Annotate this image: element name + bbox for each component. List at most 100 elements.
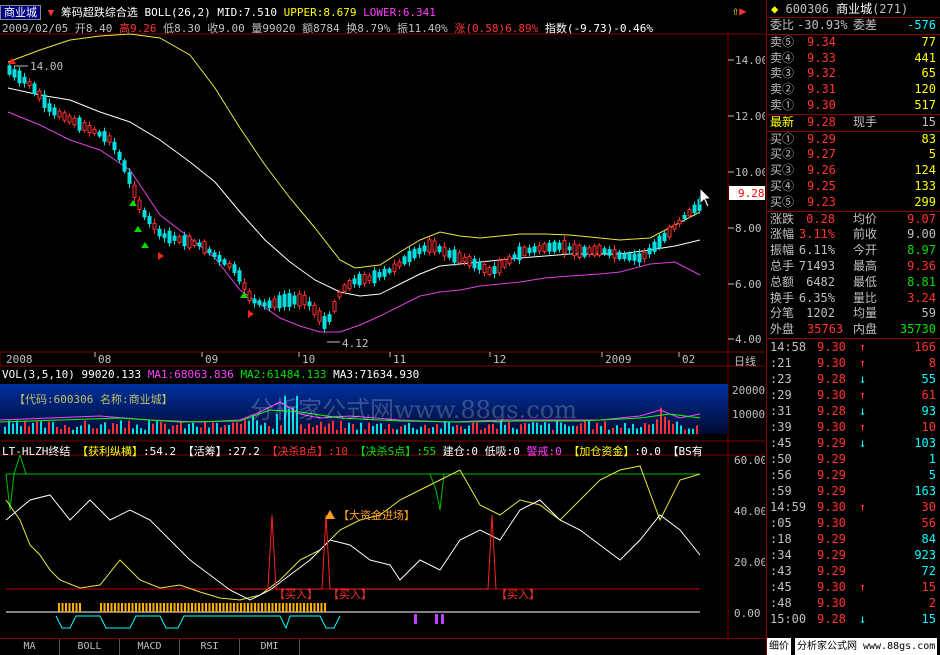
candle-down xyxy=(567,246,572,251)
build-mark xyxy=(264,603,267,612)
candle-up xyxy=(487,267,492,275)
build-mark xyxy=(142,603,144,612)
chart-area[interactable]: 商业城 ▼ 筹码超跌综合选 BOLL(26,2) MID:7.510 UPPER… xyxy=(0,0,765,655)
volume-bar xyxy=(52,421,54,434)
svg-text:10: 10 xyxy=(302,353,315,366)
candle-down xyxy=(527,247,532,254)
volume-bar xyxy=(56,426,58,434)
kline-chart[interactable]: 14.00 12.00 10.00 8.00 6.00 4.00 9.28 14… xyxy=(0,0,765,638)
price-tick: 12.00 xyxy=(735,110,765,123)
tick-list[interactable]: 14:58 9.30 ↑ 166:21 9.30 ↑ 8:23 9.28 ↓ 55:29 9.30 ↑… xyxy=(767,339,940,627)
b-point-label: 【决杀B点】 xyxy=(266,445,329,458)
volume-bar xyxy=(268,426,270,434)
volume-bar xyxy=(240,423,242,434)
stat-value: 9.07 xyxy=(907,211,936,226)
tick-volume: 15 xyxy=(921,611,936,626)
candle-down xyxy=(532,246,537,253)
tab-rsi[interactable]: RSI xyxy=(180,639,240,655)
volume-bar xyxy=(512,427,514,434)
detail-tab[interactable]: 细价 xyxy=(767,638,791,655)
build-mark xyxy=(177,603,179,612)
volume-bar xyxy=(188,423,190,434)
volume-bar xyxy=(112,423,114,434)
candle-up xyxy=(107,135,112,143)
ask-list: 卖⑤ 9.34 77 卖④ 9.33 441 卖③ 9.32 65 卖② 9.31 120 卖① 9.30… xyxy=(767,35,940,114)
add-fund-value: :0.0 xyxy=(634,445,661,458)
ask-volume: 517 xyxy=(914,97,936,112)
volume-bar xyxy=(440,428,442,434)
volume-bar xyxy=(40,421,42,434)
build-mark xyxy=(145,603,148,612)
candle-down xyxy=(512,254,517,259)
build-mark xyxy=(257,603,260,612)
tab-macd[interactable]: MACD xyxy=(120,639,180,655)
expand-icon[interactable]: ◆ xyxy=(771,2,778,16)
build-mark xyxy=(292,603,295,612)
tick-row: :56 9.29 5 xyxy=(767,467,940,483)
volume-bar xyxy=(672,423,674,434)
buy-signal: 【买入】 xyxy=(274,588,318,601)
weibi-row: 委比 -30.93% 委差 -576 xyxy=(767,18,940,34)
bid-label: 买④ xyxy=(770,178,795,193)
tick-price: 9.28 xyxy=(817,403,846,418)
candle-up xyxy=(367,275,372,282)
period-label: 日线 xyxy=(734,354,756,368)
watermark: 分析家公式网www.88gs.com xyxy=(250,396,577,424)
tab-ma[interactable]: MA xyxy=(0,639,60,655)
add-fund-label: 【加仓资金】 xyxy=(568,445,635,458)
stat-value: 59 xyxy=(921,306,936,321)
candle-down xyxy=(7,65,12,75)
big-money-annotation: 【大资金进场】 xyxy=(325,508,415,522)
price-tick: 10.00 xyxy=(735,166,765,179)
tab-boll[interactable]: BOLL xyxy=(60,639,120,655)
candle-down xyxy=(122,160,127,172)
tick-time: :50 xyxy=(770,451,792,466)
candle-down xyxy=(262,302,267,307)
stat-label: 涨跌 xyxy=(770,211,795,226)
volume-bar xyxy=(396,429,398,434)
candle-down xyxy=(477,262,482,270)
stat-label: 振幅 xyxy=(770,243,795,258)
tick-row: 14:58 9.30 ↑ 166 xyxy=(767,339,940,355)
volume-bar xyxy=(456,424,458,434)
stat-value: 9.36 xyxy=(907,258,936,273)
stat-value: 6.11% xyxy=(798,243,835,258)
candle-down xyxy=(447,250,452,258)
candle-down xyxy=(172,235,177,241)
build-mark xyxy=(149,603,151,612)
bid-row: 买③ 9.26 124 xyxy=(767,163,940,179)
tick-time: :23 xyxy=(770,371,792,386)
candle-up xyxy=(362,273,367,284)
volume-bar xyxy=(412,427,414,434)
candle-down xyxy=(12,69,17,78)
volume-bar xyxy=(420,426,422,434)
tick-volume: 93 xyxy=(921,403,936,418)
candle-down xyxy=(257,300,262,306)
stat-label: 换手 xyxy=(770,290,795,305)
outer-label: 外盘 xyxy=(770,322,795,337)
footer-site: 分析家公式网 www.88gs.com xyxy=(795,638,938,655)
candle-down xyxy=(322,316,327,329)
volume-bar xyxy=(164,423,166,434)
volume-bar xyxy=(200,427,202,434)
candle-down xyxy=(692,204,697,214)
tick-row: :34 9.29 923 xyxy=(767,547,940,563)
low-suck-value: 低吸:0 xyxy=(484,445,520,458)
candle-down xyxy=(97,131,102,137)
volume-bar xyxy=(484,427,486,434)
b-point-value: :10 xyxy=(328,445,348,458)
ask-row: 卖① 9.30 517 xyxy=(767,98,940,114)
candle-down xyxy=(652,241,657,252)
ask-price: 9.33 xyxy=(807,50,836,65)
candle-down xyxy=(662,232,667,242)
candle-up xyxy=(672,224,677,230)
tab-dmi[interactable]: DMI xyxy=(240,639,300,655)
volume-bar xyxy=(676,421,678,434)
build-mark xyxy=(163,603,165,612)
build-mark xyxy=(233,603,235,612)
svg-text:2009: 2009 xyxy=(605,353,632,366)
bid-row: 买⑤ 9.23 299 xyxy=(767,195,940,211)
volume-bar xyxy=(568,426,570,434)
volume-bar xyxy=(572,425,574,434)
build-mark xyxy=(299,603,302,612)
